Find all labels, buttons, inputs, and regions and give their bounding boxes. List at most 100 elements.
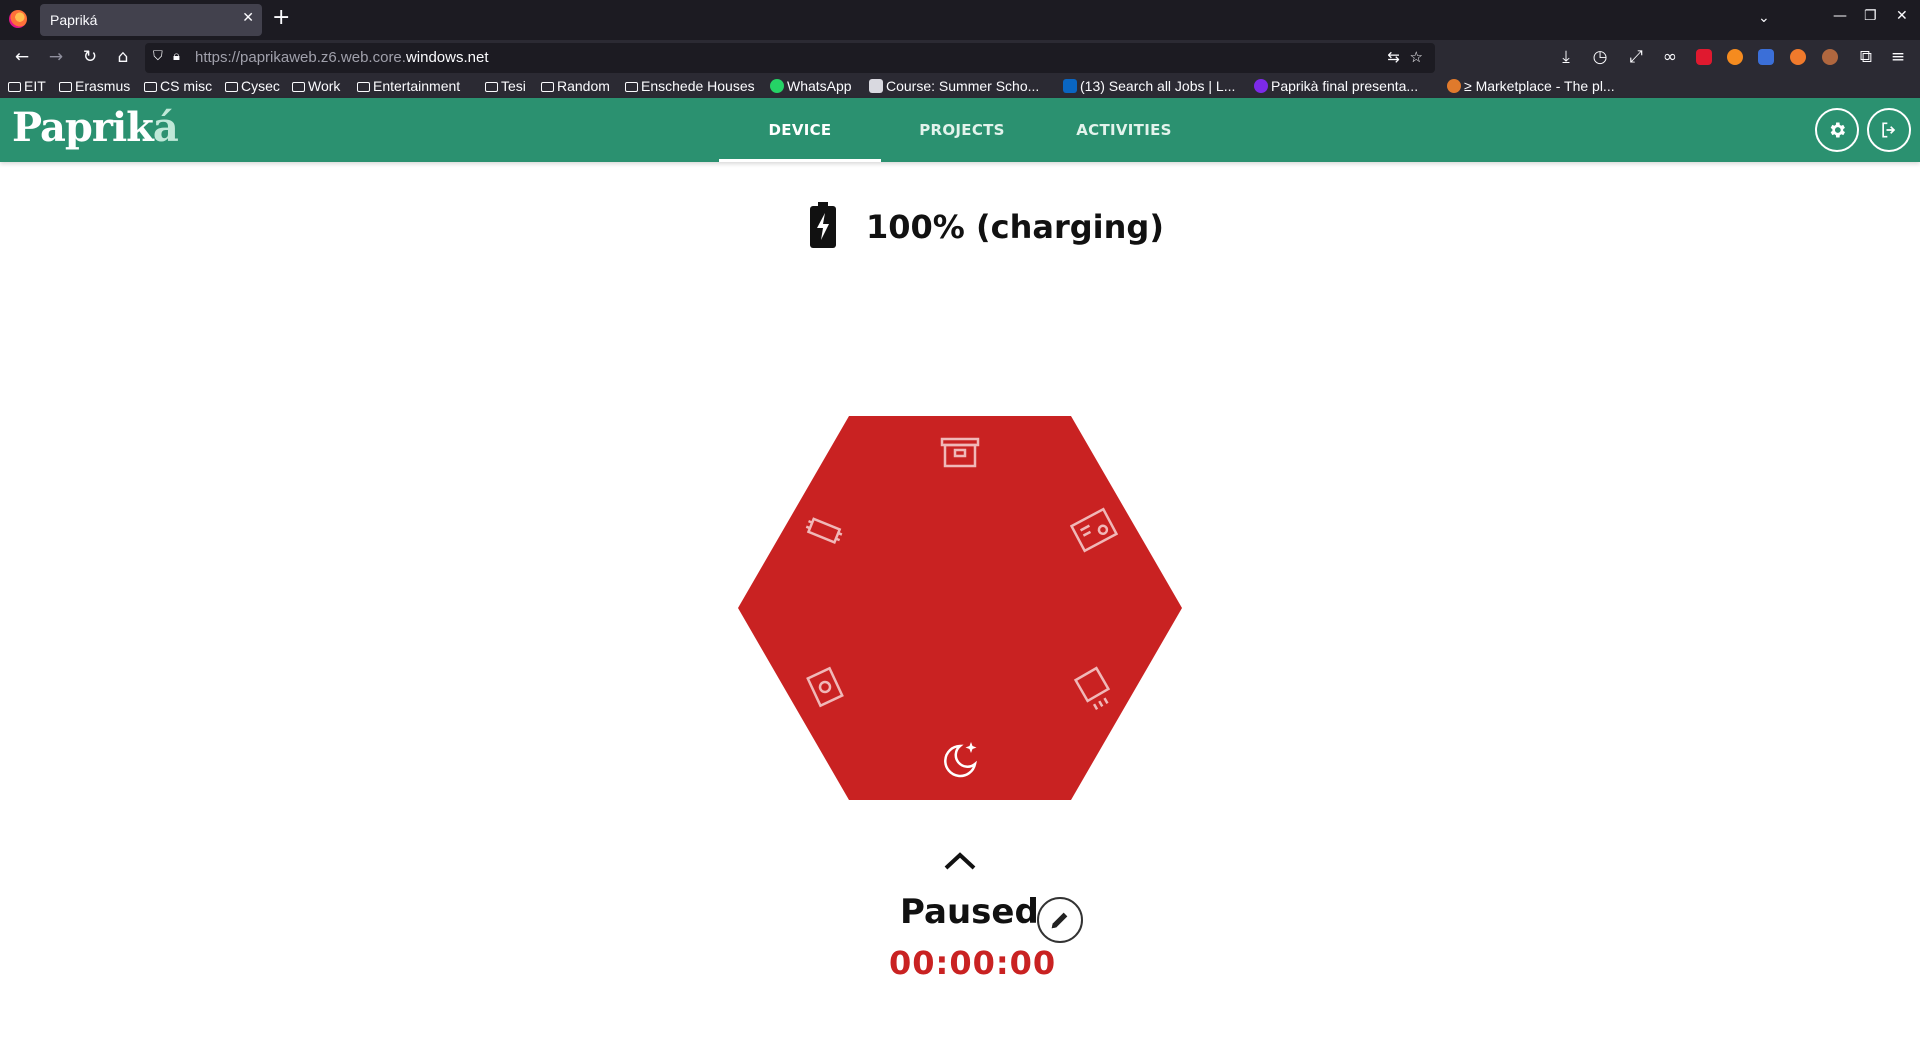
app-logo[interactable]: Papriká xyxy=(12,104,179,151)
pencil-icon xyxy=(1051,912,1068,929)
extension-fox-icon[interactable] xyxy=(1790,49,1806,65)
extension-cookie-icon[interactable] xyxy=(1822,49,1838,65)
linkedin-icon xyxy=(1063,79,1077,93)
bookmark-item[interactable]: Erasmus xyxy=(59,78,130,94)
bookmark-label: WhatsApp xyxy=(787,78,852,94)
logout-button[interactable] xyxy=(1867,108,1911,152)
browser-tabstrip: Papriká ✕ + ⌄ — ❐ ✕ xyxy=(0,0,1920,40)
device-hexagon[interactable] xyxy=(738,416,1182,800)
bookmark-label: Paprikà final presenta... xyxy=(1271,78,1419,94)
bookmark-label: (13) Search all Jobs | L... xyxy=(1080,78,1236,94)
bookmark-item[interactable]: EIT xyxy=(8,78,46,94)
fullscreen-icon[interactable]: ⤢ xyxy=(1624,46,1648,68)
bookmark-item[interactable]: WhatsApp xyxy=(770,78,852,94)
tab-close-icon[interactable]: ✕ xyxy=(242,10,254,26)
bookmark-label: EIT xyxy=(24,78,46,94)
menu-hamburger-icon[interactable]: ≡ xyxy=(1886,46,1910,68)
bookmark-label: Enschede Houses xyxy=(641,78,755,94)
moon-stars-icon[interactable] xyxy=(938,738,982,782)
folder-icon xyxy=(357,82,370,92)
bookmark-label: Random xyxy=(557,78,610,94)
bookmark-item[interactable]: Work xyxy=(292,78,340,94)
bookmark-item[interactable]: Enschede Houses xyxy=(625,78,755,94)
eraser-icon[interactable] xyxy=(802,508,848,554)
battery-level-text: 100% (charging) xyxy=(866,208,1164,246)
logo-accent: á xyxy=(152,104,179,151)
whatsapp-icon xyxy=(770,79,784,93)
url-domain: windows.net xyxy=(405,49,489,66)
folder-icon xyxy=(8,82,21,92)
tab-list-chevron-icon[interactable]: ⌄ xyxy=(1758,10,1770,26)
url-actions: ⇆ ☆ xyxy=(1387,48,1423,66)
bookmark-item[interactable]: Tesi xyxy=(485,78,526,94)
bookmark-item[interactable]: (13) Search all Jobs | L... xyxy=(1063,78,1235,94)
bookmark-item[interactable]: Course: Summer Scho... xyxy=(869,78,1039,94)
window-close-icon[interactable]: ✕ xyxy=(1896,8,1908,24)
course-site-icon xyxy=(869,79,883,93)
bookmark-label: Cysec xyxy=(241,78,280,94)
logo-text: Paprik xyxy=(12,104,154,151)
url-bar[interactable]: ⛉ 🔒︎ https://paprikaweb.z6.web.core.wind… xyxy=(145,43,1435,73)
marketplace-icon xyxy=(1447,79,1461,93)
folder-icon xyxy=(485,82,498,92)
new-tab-button[interactable]: + xyxy=(272,6,290,30)
folder-icon xyxy=(144,82,157,92)
bookmark-item[interactable]: Entertainment xyxy=(357,78,460,94)
restore-icon[interactable]: ❐ xyxy=(1864,8,1877,24)
chevron-up-icon[interactable] xyxy=(943,850,977,872)
bookmarks-bar: EIT Erasmus CS misc Cysec Work Entertain… xyxy=(0,76,1920,98)
tab-projects[interactable]: PROJECTS xyxy=(881,98,1043,162)
bookmark-label: Tesi xyxy=(501,78,526,94)
bookmark-label: CS misc xyxy=(160,78,213,94)
translate-icon[interactable]: ⇆ xyxy=(1387,48,1400,66)
extension-glasses-icon[interactable]: ∞ xyxy=(1658,46,1682,68)
bookmark-label: Entertainment xyxy=(373,78,461,94)
extensions-puzzle-icon[interactable]: ⧉ xyxy=(1854,46,1878,68)
extension-translate-icon[interactable] xyxy=(1758,49,1774,65)
home-icon[interactable]: ⌂ xyxy=(111,46,135,68)
firefox-logo-icon xyxy=(9,10,27,28)
canva-icon xyxy=(1254,79,1268,93)
settings-button[interactable] xyxy=(1815,108,1859,152)
folder-icon xyxy=(292,82,305,92)
tracking-shield-icon[interactable]: ⛉ xyxy=(153,49,163,64)
reload-icon[interactable]: ↻ xyxy=(78,46,102,68)
app-header: Papriká DEVICE PROJECTS ACTIVITIES xyxy=(0,98,1920,162)
bookmark-label: Erasmus xyxy=(75,78,131,94)
tab-activities[interactable]: ACTIVITIES xyxy=(1043,98,1205,162)
archive-box-icon[interactable] xyxy=(940,436,980,470)
browser-navbar: ← → ↻ ⌂ ⛉ 🔒︎ https://paprikaweb.z6.web.c… xyxy=(0,40,1920,76)
bookmark-label: ≥ Marketplace - The pl... xyxy=(1464,78,1615,94)
tab-device[interactable]: DEVICE xyxy=(719,98,881,162)
browser-tab-active[interactable]: Papriká ✕ xyxy=(40,4,262,36)
activity-timer: 00:00:00 xyxy=(889,944,1057,982)
url-prefix: https://paprikaweb.z6.web.core. xyxy=(195,49,406,66)
settings-icon xyxy=(1830,122,1845,138)
extension-red-icon[interactable] xyxy=(1696,49,1712,65)
bookmark-item[interactable]: Paprikà final presenta... xyxy=(1254,78,1418,94)
url-text[interactable]: https://paprikaweb.z6.web.core.windows.n… xyxy=(195,49,489,66)
folder-icon xyxy=(59,82,72,92)
downloads-icon[interactable]: ⤓ xyxy=(1554,46,1578,68)
bookmark-item[interactable]: Random xyxy=(541,78,610,94)
bookmark-label: Work xyxy=(308,78,341,94)
forward-icon[interactable]: → xyxy=(44,46,68,68)
minimize-icon[interactable]: — xyxy=(1833,8,1847,24)
history-icon[interactable]: ◷ xyxy=(1588,46,1612,68)
extension-orange-icon[interactable] xyxy=(1727,49,1743,65)
back-icon[interactable]: ← xyxy=(10,46,34,68)
lock-icon[interactable]: 🔒︎ xyxy=(173,49,180,64)
ticket-icon[interactable] xyxy=(802,664,848,710)
coupon-icon[interactable] xyxy=(1070,664,1118,712)
folder-icon xyxy=(541,82,554,92)
bookmark-item[interactable]: CS misc xyxy=(144,78,212,94)
device-status-label: Paused xyxy=(900,892,1039,932)
battery-charging-icon xyxy=(810,202,836,248)
bookmark-star-icon[interactable]: ☆ xyxy=(1410,48,1423,66)
logout-icon xyxy=(1882,122,1896,138)
edit-activity-button[interactable] xyxy=(1037,897,1083,943)
tab-title: Papriká xyxy=(50,12,98,28)
bookmark-item[interactable]: ≥ Marketplace - The pl... xyxy=(1447,78,1615,94)
postcard-icon[interactable] xyxy=(1070,506,1118,554)
bookmark-item[interactable]: Cysec xyxy=(225,78,280,94)
